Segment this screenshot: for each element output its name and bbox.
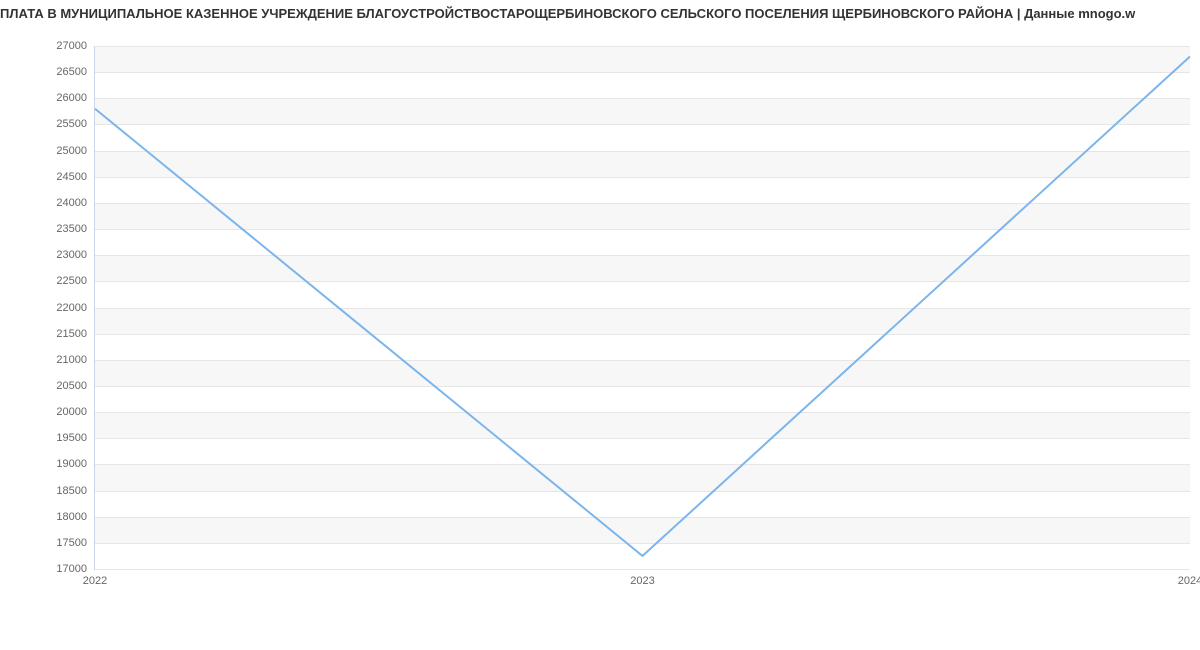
y-tick-label: 23000 (56, 249, 87, 261)
chart-title: ПЛАТА В МУНИЦИПАЛЬНОЕ КАЗЕННОЕ УЧРЕЖДЕНИ… (0, 0, 1200, 21)
y-tick-label: 17500 (56, 537, 87, 549)
y-tick-label: 26500 (56, 66, 87, 78)
x-tick-label: 2023 (630, 575, 654, 587)
y-tick-label: 18000 (56, 511, 87, 523)
y-tick-label: 21000 (56, 354, 87, 366)
y-tick-label: 17000 (56, 563, 87, 575)
chart-area: 17000 17500 18000 18500 19000 19500 20000 20500… (50, 46, 1190, 600)
y-tick-label: 26000 (56, 92, 87, 104)
y-tick-label: 25000 (56, 145, 87, 157)
line-series (95, 56, 1190, 555)
y-tick-label: 20000 (56, 406, 87, 418)
y-tick-label: 22000 (56, 302, 87, 314)
y-tick-label: 25500 (56, 118, 87, 130)
plot-area[interactable]: 1700017500180001850019000195002000020500… (94, 46, 1190, 570)
y-tick-label: 18500 (56, 485, 87, 497)
y-tick-label: 20500 (56, 380, 87, 392)
y-tick-label: 21500 (56, 328, 87, 340)
y-tick-label: 27000 (56, 40, 87, 52)
x-tick-label: 2024 (1178, 575, 1200, 587)
y-tick-label: 19500 (56, 432, 87, 444)
y-tick-label: 24000 (56, 197, 87, 209)
y-tick-label: 24500 (56, 171, 87, 183)
y-tick-label: 22500 (56, 275, 87, 287)
gridline (95, 569, 1190, 570)
y-tick-label: 23500 (56, 223, 87, 235)
x-tick-label: 2022 (83, 575, 107, 587)
y-tick-label: 19000 (56, 458, 87, 470)
